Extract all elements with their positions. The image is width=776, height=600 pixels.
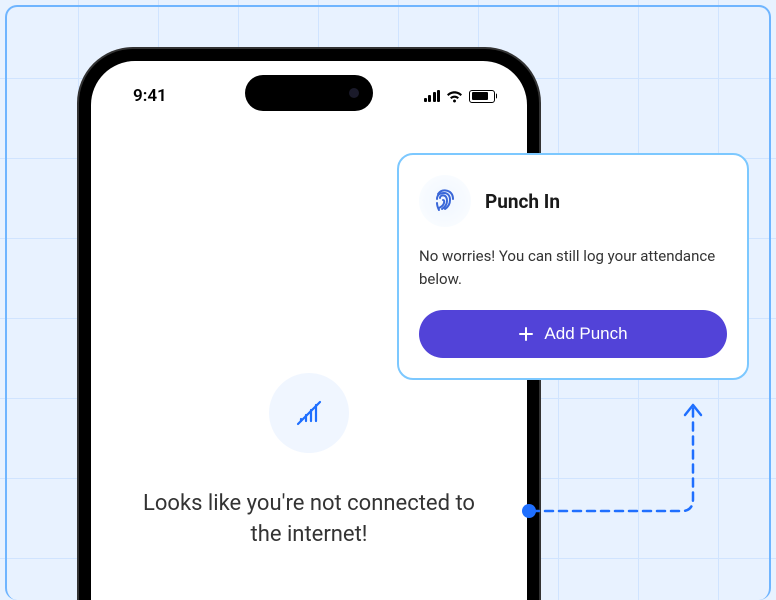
connector-line — [527, 399, 703, 519]
fingerprint-icon-container — [419, 175, 471, 227]
offline-message: Looks like you're not connected to the i… — [91, 489, 527, 551]
connector-dot — [522, 504, 536, 518]
canvas-frame: 9:41 — [5, 5, 771, 600]
cellular-signal-icon — [424, 90, 441, 102]
dynamic-island — [245, 75, 373, 111]
card-description: No worries! You can still log your atten… — [419, 245, 727, 290]
card-header: Punch In — [419, 175, 727, 227]
battery-icon — [469, 90, 495, 103]
fingerprint-icon — [431, 187, 459, 215]
status-time: 9:41 — [133, 86, 167, 106]
add-punch-label: Add Punch — [544, 324, 627, 344]
status-indicators — [424, 90, 496, 103]
card-title: Punch In — [485, 190, 560, 213]
plus-icon — [518, 326, 534, 342]
no-connection-icon — [291, 395, 327, 431]
wifi-icon — [446, 90, 463, 103]
offline-icon-container — [269, 373, 349, 453]
punch-in-card: Punch In No worries! You can still log y… — [397, 153, 749, 380]
add-punch-button[interactable]: Add Punch — [419, 310, 727, 358]
